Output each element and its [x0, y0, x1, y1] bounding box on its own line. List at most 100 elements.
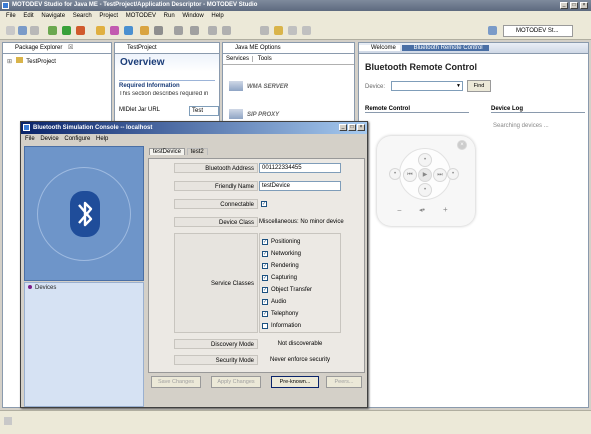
devices-node-icon: [28, 285, 32, 289]
service-class-checkbox[interactable]: ✓: [262, 287, 268, 293]
menu-file[interactable]: File: [6, 13, 16, 19]
new-project-icon[interactable]: [96, 26, 105, 35]
console-menu-device[interactable]: Device: [40, 136, 58, 142]
deploy-icon[interactable]: [124, 26, 133, 35]
service-item-wma[interactable]: WMA SERVER: [229, 73, 348, 101]
tab-test2[interactable]: test2: [186, 148, 208, 155]
connectable-checkbox[interactable]: ✓: [261, 201, 267, 207]
service-class-checkbox[interactable]: ✓: [262, 275, 268, 281]
subtab-services[interactable]: Services: [223, 56, 254, 62]
tree-expand-icon[interactable]: ⊞: [7, 59, 12, 65]
discovery-mode-value[interactable]: Not discoverable: [259, 339, 341, 349]
service-class-row[interactable]: ✓ Networking: [262, 248, 338, 260]
nav-right-icon[interactable]: [302, 26, 311, 35]
debug-icon[interactable]: [48, 26, 57, 35]
console-menu-help[interactable]: Help: [96, 136, 108, 142]
menu-help[interactable]: Help: [211, 13, 223, 19]
console-menu-configure[interactable]: Configure: [64, 136, 90, 142]
console-menu-file[interactable]: File: [25, 136, 35, 142]
service-class-row[interactable]: ✓ Capturing: [262, 272, 338, 284]
folder-icon[interactable]: [274, 26, 283, 35]
service-class-checkbox[interactable]: [262, 323, 268, 329]
service-class-checkbox[interactable]: ✓: [262, 251, 268, 257]
remote-left-button[interactable]: •: [389, 168, 401, 180]
testproject-tab[interactable]: TestProject: [115, 43, 219, 54]
remote-up-button[interactable]: •: [418, 153, 432, 167]
menu-edit[interactable]: Edit: [23, 13, 33, 19]
perspective-label: MOTODEV St...: [516, 28, 559, 34]
service-class-row[interactable]: ✓ Object Transfer: [262, 284, 338, 296]
menu-search[interactable]: Search: [73, 13, 92, 19]
service-class-checkbox[interactable]: ✓: [262, 239, 268, 245]
forward-icon[interactable]: [222, 26, 231, 35]
package-explorer-tab[interactable]: Package Explorer ☒: [3, 43, 111, 54]
console-close-button[interactable]: ×: [357, 124, 365, 131]
save-changes-button[interactable]: Save Changes: [151, 376, 201, 388]
java-me-options-tab[interactable]: Java ME Options: [223, 43, 354, 54]
menu-window[interactable]: Window: [182, 13, 203, 19]
remote-next-button[interactable]: ⏭: [433, 168, 447, 182]
remote-down-button[interactable]: •: [418, 183, 432, 197]
volume-down-icon[interactable]: −: [397, 206, 402, 215]
tree-item-testproject[interactable]: TestProject: [26, 59, 56, 65]
security-mode-value[interactable]: Never enforce security: [259, 355, 341, 365]
print-icon[interactable]: [30, 26, 39, 35]
console-minimize-button[interactable]: _: [339, 124, 347, 131]
apply-changes-button[interactable]: Apply Changes: [211, 376, 261, 388]
tab-bluetooth-remote[interactable]: Bluetooth Remote Control: [401, 45, 489, 51]
subtab-tools[interactable]: Tools: [255, 56, 275, 62]
back-icon[interactable]: [208, 26, 217, 35]
perspective-switcher[interactable]: MOTODEV St...: [503, 25, 573, 37]
address-field[interactable]: 001122334455: [259, 163, 341, 173]
menu-project[interactable]: Project: [99, 13, 118, 19]
save-icon[interactable]: [18, 26, 27, 35]
service-class-row[interactable]: ✓ Positioning: [262, 236, 338, 248]
service-class-checkbox[interactable]: ✓: [262, 299, 268, 305]
tab-testdevice[interactable]: testDevice: [149, 148, 186, 155]
service-class-row[interactable]: ✓ Audio: [262, 296, 338, 308]
menu-run[interactable]: Run: [164, 13, 175, 19]
menu-motodev[interactable]: MOTODEV: [126, 13, 156, 19]
search-icon[interactable]: [154, 26, 163, 35]
service-class-checkbox[interactable]: ✓: [262, 263, 268, 269]
friendly-name-field[interactable]: testDevice: [259, 181, 341, 191]
service-class-label: Audio: [271, 299, 287, 305]
remote-right-button[interactable]: •: [447, 168, 459, 180]
preknown-button[interactable]: Pre-known...: [271, 376, 319, 388]
new-midlet-icon[interactable]: [110, 26, 119, 35]
service-class-checkbox[interactable]: ✓: [262, 311, 268, 317]
service-class-row[interactable]: ✓ Rendering: [262, 260, 338, 272]
remote-close-icon[interactable]: ×: [457, 140, 467, 150]
peers-button[interactable]: Peers...: [326, 376, 362, 388]
close-button[interactable]: ×: [580, 2, 588, 9]
minimize-button[interactable]: _: [560, 2, 568, 9]
tab-welcome[interactable]: Welcome: [359, 45, 400, 51]
devices-tree-item[interactable]: Devices: [25, 283, 143, 293]
jar-url-row: MIDlet Jar URL Test: [119, 106, 219, 117]
menu-navigate[interactable]: Navigate: [41, 13, 65, 19]
run-icon[interactable]: [62, 26, 71, 35]
external-tools-icon[interactable]: [76, 26, 85, 35]
package-explorer-close-icon[interactable]: ☒: [68, 45, 73, 51]
console-maximize-button[interactable]: □: [348, 124, 356, 131]
service-class-row[interactable]: ✓ Telephony: [262, 308, 338, 320]
pin-icon[interactable]: [260, 26, 269, 35]
fast-view-icon[interactable]: [4, 417, 12, 425]
open-perspective-icon[interactable]: [488, 26, 497, 35]
maximize-button[interactable]: □: [570, 2, 578, 9]
jar-url-field[interactable]: Test: [189, 106, 219, 116]
remote-play-icon[interactable]: ▶: [418, 168, 432, 182]
open-type-icon[interactable]: [140, 26, 149, 35]
new-icon[interactable]: [6, 26, 15, 35]
prev-annotation-icon[interactable]: [174, 26, 183, 35]
volume-up-icon[interactable]: +: [443, 205, 448, 214]
nav-left-icon[interactable]: [288, 26, 297, 35]
service-class-row[interactable]: Information: [262, 320, 338, 332]
remote-prev-button[interactable]: ⏮: [403, 168, 417, 182]
bluetooth-remote-view: Welcome Bluetooth Remote Control Bluetoo…: [358, 42, 589, 408]
device-select[interactable]: ▼: [391, 81, 463, 91]
find-button[interactable]: Find: [467, 80, 491, 92]
right-tabs: Welcome Bluetooth Remote Control: [359, 43, 588, 54]
mute-icon[interactable]: ◂•: [419, 206, 425, 214]
next-annotation-icon[interactable]: [190, 26, 199, 35]
